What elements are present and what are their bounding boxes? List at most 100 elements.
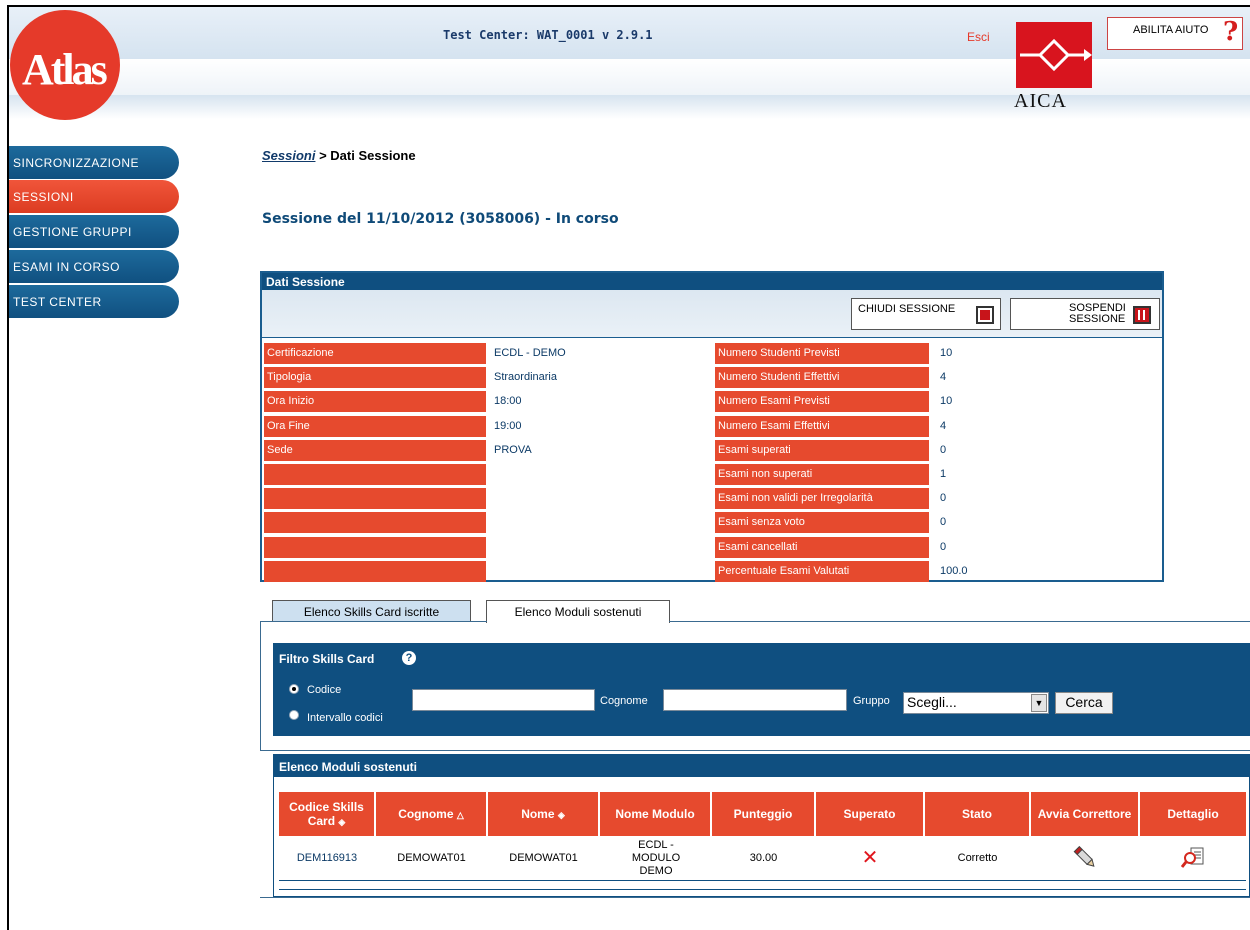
cell-name: DEMOWAT01 [509, 851, 578, 864]
code-input[interactable] [412, 689, 595, 711]
sidebar-item-gestione-gruppi[interactable]: GESTIONE GRUPPI [9, 215, 179, 248]
aica-logo-text: AICA [1014, 90, 1067, 112]
col-header-cognome[interactable]: Cognome △ [376, 792, 487, 836]
breadcrumb-link-sessioni[interactable]: Sessioni [262, 148, 315, 163]
tab-skills-card-iscritte[interactable]: Elenco Skills Card iscritte [272, 600, 471, 622]
left-field-value: PROVA [494, 443, 532, 456]
col-header-nome-modulo: Nome Modulo [600, 792, 711, 836]
col-header-codice-label: Codice Skills Card [289, 799, 364, 828]
group-label: Gruppo [853, 695, 890, 707]
close-session-label: CHIUDI SESSIONE [858, 303, 956, 315]
col-header-codice[interactable]: Codice Skills Card ◈ [279, 792, 375, 836]
sidebar-item-sincronizzazione[interactable]: SINCRONIZZAZIONE [9, 146, 179, 179]
exit-link[interactable]: Esci [967, 30, 990, 44]
col-header-stato: Stato [925, 792, 1030, 836]
col-header-nome[interactable]: Nome ◈ [488, 792, 599, 836]
cell-state: Corretto [957, 851, 998, 864]
help-toggle-label: ABILITA AIUTO [1133, 24, 1209, 36]
pencil-icon[interactable] [1031, 838, 1139, 878]
left-field-value: 18:00 [494, 395, 522, 408]
chevron-down-icon[interactable]: ▼ [1031, 694, 1047, 712]
cell-score: 30.00 [749, 851, 778, 864]
radio-intervallo-label: Intervallo codici [307, 712, 383, 724]
right-field-label: Percentuale Esami Valutati [715, 560, 929, 582]
left-field-label [264, 512, 486, 534]
right-field-value: 4 [940, 371, 947, 384]
right-field-value: 100.0 [940, 564, 968, 577]
close-session-button[interactable]: CHIUDI SESSIONE [851, 298, 1001, 330]
group-select[interactable]: Scegli... ▼ [903, 692, 1049, 714]
left-field-label: Ora Inizio [264, 391, 486, 413]
suspend-session-label-2: SESSIONE [1069, 313, 1126, 325]
right-field-value: 0 [940, 443, 947, 456]
filter-help-icon[interactable]: ? [402, 651, 416, 665]
sidebar-item-esami-in-corso[interactable]: ESAMI IN CORSO [9, 250, 179, 283]
filter-title: Filtro Skills Card [279, 652, 375, 666]
right-field-label: Esami senza voto [715, 512, 929, 534]
magnifier-document-icon[interactable] [1140, 838, 1246, 878]
left-field-label: Tipologia [264, 367, 486, 389]
active-tab-joiner [487, 621, 669, 623]
right-field-label: Numero Esami Effettivi [715, 415, 929, 437]
cell-surname: DEMOWAT01 [397, 851, 466, 864]
radio-codice-label: Codice [307, 684, 342, 696]
results-footer-bar [279, 880, 1246, 890]
right-field-value: 1 [940, 468, 947, 480]
sidebar-item-test-center[interactable]: TEST CENTER [9, 285, 179, 318]
left-field-label: Certificazione [264, 343, 486, 364]
col-header-dettaglio: Dettaglio [1140, 792, 1246, 836]
right-field-label: Esami non superati [715, 464, 929, 485]
suspend-session-button[interactable]: SOSPENDI SESSIONE [1010, 298, 1160, 330]
radio-codice[interactable] [289, 684, 299, 694]
right-field-value: 0 [940, 516, 947, 529]
aica-logo: AICA [1012, 22, 1096, 114]
tab-box-bottom-line [260, 897, 1250, 898]
sort-icon[interactable]: ◈ [558, 810, 565, 820]
sidebar-item-sessioni[interactable]: SESSIONI [9, 180, 179, 213]
col-header-superato: Superato [816, 792, 924, 836]
breadcrumb-separator: > [315, 148, 331, 163]
breadcrumb-current: Dati Sessione [330, 148, 416, 163]
right-field-label: Esami superati [715, 439, 929, 461]
pause-icon [1133, 306, 1151, 324]
right-field-value: 0 [940, 492, 947, 505]
atlas-logo-text: Atlas [22, 45, 108, 94]
left-field-label: Ora Fine [264, 415, 486, 437]
right-field-label: Numero Studenti Effettivi [715, 367, 929, 389]
col-header-cognome-label: Cognome [398, 806, 454, 821]
stop-icon [976, 306, 994, 324]
session-data-panel: Dati Sessione CHIUDI SESSIONE SOSPENDI S… [260, 271, 1164, 582]
not-passed-icon: ✕ [861, 846, 879, 869]
search-button[interactable]: Cerca [1055, 692, 1113, 714]
right-field-value: 0 [940, 540, 947, 553]
radio-intervallo-codici[interactable] [289, 710, 299, 720]
surname-input[interactable] [663, 689, 847, 711]
tab-moduli-sostenuti[interactable]: Elenco Moduli sostenuti [486, 600, 670, 623]
sort-icon[interactable]: ◈ [338, 817, 345, 827]
right-field-label: Esami cancellati [715, 536, 929, 558]
left-field-label [264, 464, 486, 485]
breadcrumb: Sessioni > Dati Sessione [262, 148, 416, 163]
panel-title: Dati Sessione [262, 273, 1162, 290]
right-field-label: Numero Studenti Previsti [715, 343, 929, 364]
left-field-label: Sede [264, 439, 486, 461]
right-field-label: Numero Esami Previsti [715, 391, 929, 413]
help-question-icon[interactable]: ? [1223, 17, 1238, 47]
session-title: Sessione del 11/10/2012 (3058006) - In c… [262, 211, 619, 227]
cell-module: ECDL - MODULO DEMO [631, 838, 681, 877]
col-header-nome-label: Nome [521, 806, 555, 821]
panel-actions-bar: CHIUDI SESSIONE SOSPENDI SESSIONE [262, 290, 1162, 338]
left-field-value: Straordinaria [494, 371, 557, 384]
group-select-value: Scegli... [907, 694, 957, 710]
col-header-avvia-correttore: Avvia Correttore [1031, 792, 1139, 836]
right-field-label: Esami non validi per Irregolarità [715, 488, 929, 510]
col-header-punteggio: Punteggio [712, 792, 815, 836]
left-field-label [264, 488, 486, 510]
sort-ascending-icon[interactable]: △ [457, 810, 464, 820]
surname-label: Cognome [600, 695, 648, 707]
left-field-value: ECDL - DEMO [494, 347, 566, 359]
right-field-value: 10 [940, 395, 953, 408]
cell-code[interactable]: DEM116913 [279, 838, 375, 878]
left-field-label [264, 560, 486, 582]
filter-panel: Filtro Skills Card ? Codice Intervallo c… [273, 643, 1250, 736]
